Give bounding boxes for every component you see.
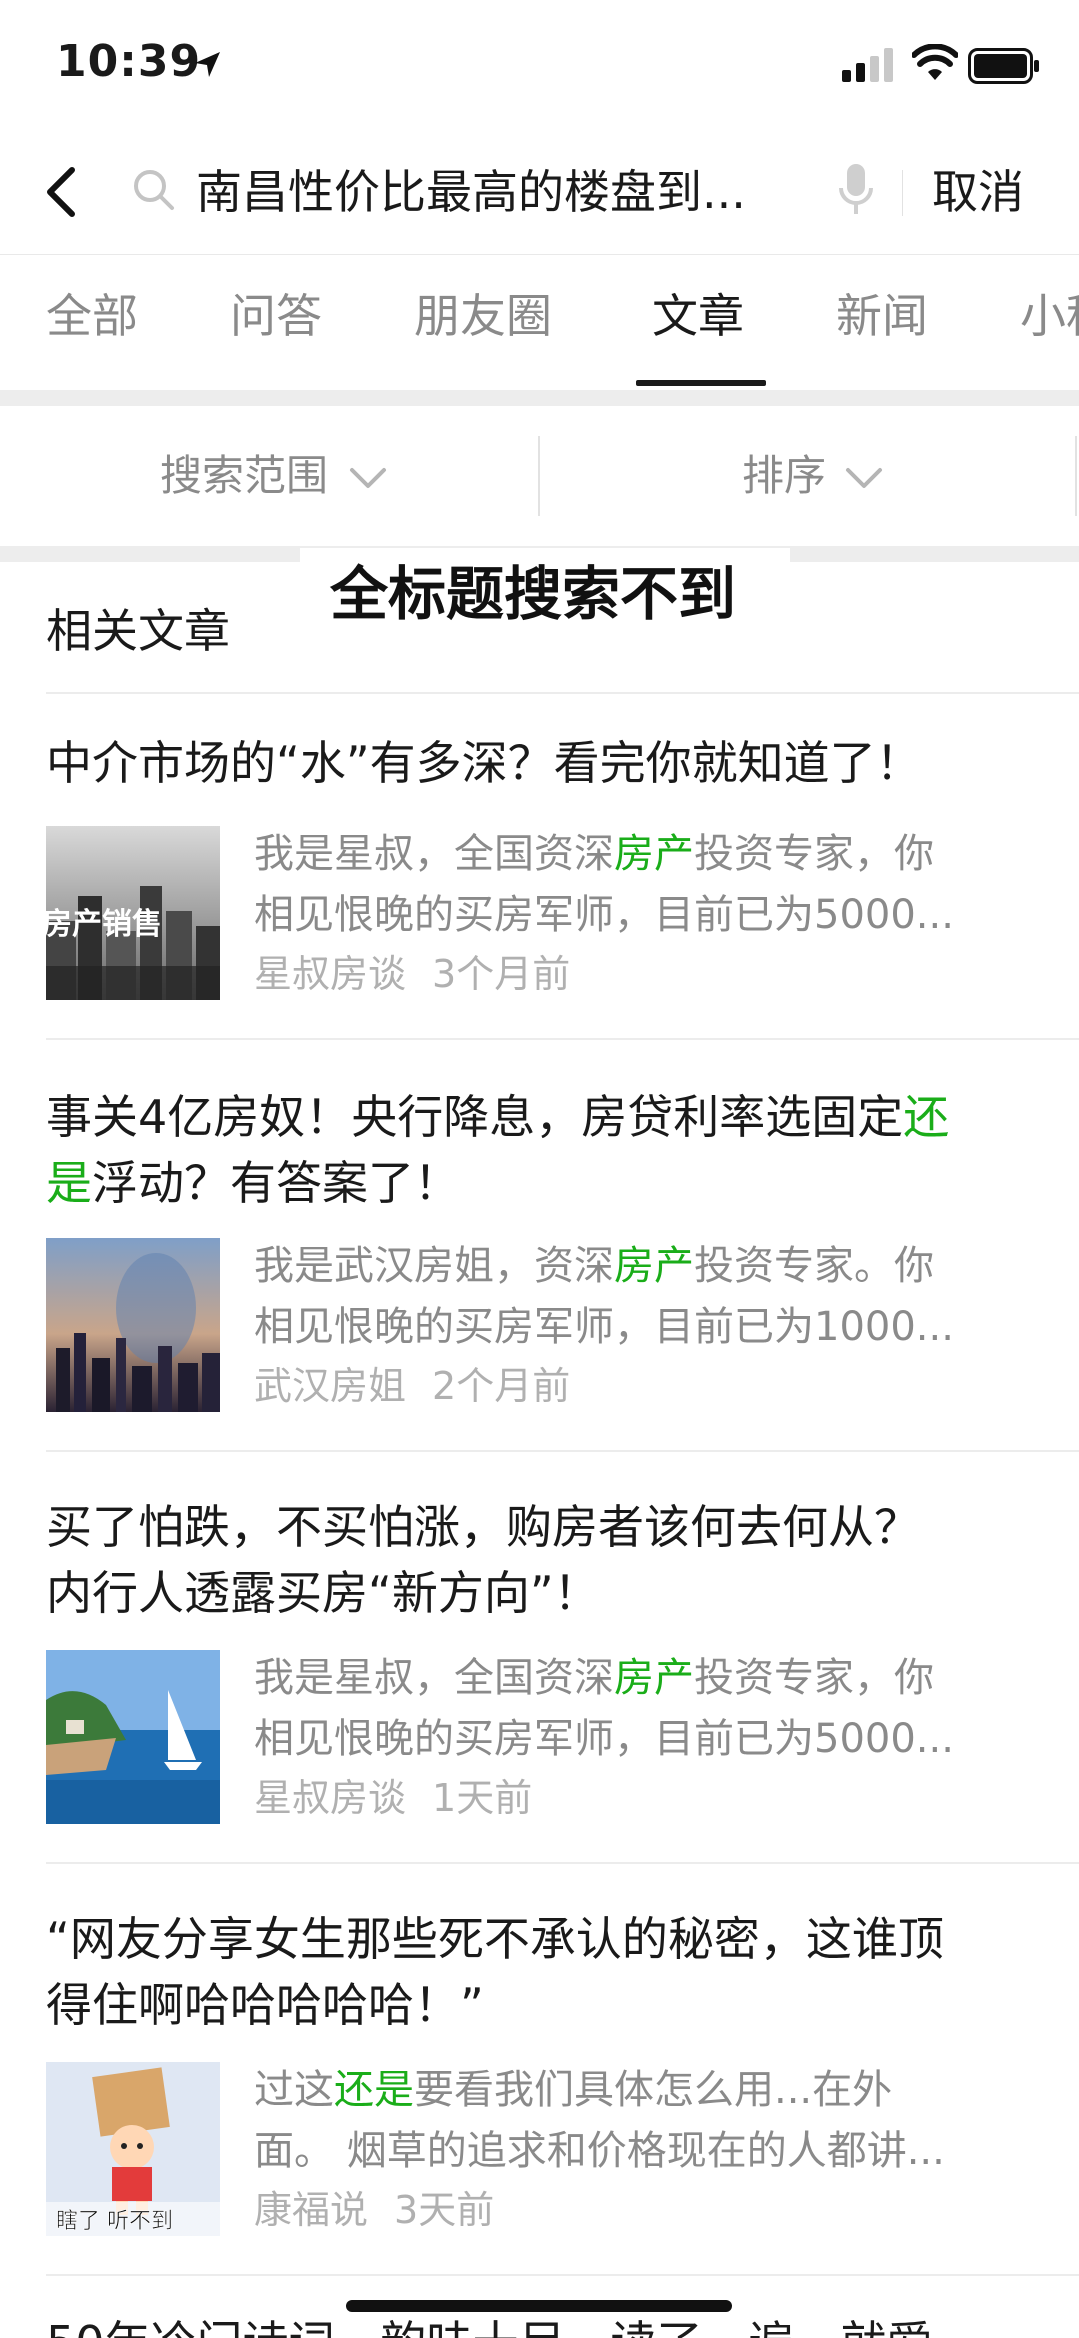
status-bar: 10:39: [0, 0, 1079, 130]
cancel-button[interactable]: 取消: [932, 160, 1024, 224]
article-thumbnail: 瞎了 听不到: [46, 2062, 220, 2236]
wifi-icon: [912, 44, 958, 80]
tab-all[interactable]: 全部: [46, 286, 138, 346]
article-time: 3个月前: [432, 952, 571, 996]
battery-icon: [968, 48, 1039, 84]
active-tab-indicator: [636, 380, 766, 386]
article-time: 3天前: [394, 2188, 495, 2232]
back-chevron-icon[interactable]: [38, 160, 88, 224]
tab-qa[interactable]: 问答: [230, 286, 322, 346]
article-time: 1天前: [432, 1776, 533, 1820]
search-header: 南昌性价比最高的楼盘到... 取消: [0, 130, 1079, 255]
article-title: 50年冷门诗词，韵味十足，读了一遍，就爱: [46, 2310, 1046, 2338]
article-meta: 武汉房姐 2个月前: [254, 1358, 570, 1414]
tab-mini-programs[interactable]: 小程: [1020, 286, 1079, 346]
article-time: 2个月前: [432, 1364, 571, 1408]
article-thumbnail: [46, 1650, 220, 1824]
article-source: 星叔房谈: [254, 1776, 407, 1820]
article-source: 康福说: [254, 2188, 369, 2232]
filter-bar: 搜索范围 排序: [0, 406, 1079, 546]
thumbnail-caption: 房产销售: [46, 907, 162, 942]
search-icon: [134, 170, 174, 210]
status-time: 10:39: [56, 36, 202, 87]
location-arrow-icon: [195, 52, 220, 77]
annotation-text: 全标题搜索不到: [330, 560, 737, 628]
microphone-icon[interactable]: [838, 160, 874, 220]
article-title: 中介市场的“水”有多深？看完你就知道了！: [46, 736, 922, 790]
section-title: 相关文章: [46, 604, 230, 658]
article-thumbnail: 房产销售: [46, 826, 220, 1000]
article-snippet: 我是星叔，全国资深房产投资专家，你 相见恨晚的买房军师，目前已为5000...: [254, 1655, 954, 1762]
article-thumbnail: [46, 1238, 220, 1412]
thumbnail-caption: 瞎了 听不到: [56, 2209, 173, 2234]
article-snippet: 过这还是要看我们具体怎么用...在外 面。 烟草的追求和价格现在的人都讲...: [254, 2067, 945, 2174]
sort-filter[interactable]: 排序: [742, 446, 826, 506]
search-type-tabs: 全部 问答 朋友圈 文章 新闻 小程: [0, 256, 1079, 390]
search-input[interactable]: 南昌性价比最高的楼盘到...: [196, 160, 766, 224]
article-meta: 星叔房谈 1天前: [254, 1770, 532, 1826]
article-snippet: 我是武汉房姐，资深房产投资专家。你 相见恨晚的买房军师，目前已为1000...: [254, 1243, 954, 1350]
cellular-signal-icon: [842, 48, 893, 82]
home-indicator[interactable]: [346, 2300, 732, 2312]
tab-news[interactable]: 新闻: [836, 286, 928, 346]
article-snippet: 我是星叔，全国资深房产投资专家，你 相见恨晚的买房军师，目前已为5000...: [254, 831, 954, 938]
chevron-down-icon: [350, 468, 386, 488]
article-title: 买了怕跌，不买怕涨，购房者该何去何从？ 内行人透露买房“新方向”！: [46, 1500, 920, 1620]
filter-separator: [538, 436, 540, 516]
article-item[interactable]: 买了怕跌，不买怕涨，购房者该何去何从？ 内行人透露买房“新方向”！ 我是星叔，全国…: [0, 1450, 1079, 1862]
article-source: 星叔房谈: [254, 952, 407, 996]
header-separator: [902, 170, 903, 216]
chevron-down-icon: [846, 468, 882, 488]
section-gap: [0, 390, 1079, 406]
article-item[interactable]: 事关4亿房奴！央行降息，房贷利率选固定还 是浮动？有答案了！ 我是武汉房姐，资深房…: [0, 1038, 1079, 1450]
article-meta: 康福说 3天前: [254, 2182, 494, 2238]
article-title: 事关4亿房奴！央行降息，房贷利率选固定还 是浮动？有答案了！: [46, 1090, 950, 1210]
search-scope-filter[interactable]: 搜索范围: [160, 446, 328, 506]
article-item[interactable]: 中介市场的“水”有多深？看完你就知道了！ 房产销售 我是星叔，全国资深房产投资专…: [0, 692, 1079, 1038]
article-title: “网友分享女生那些死不承认的秘密，这谁顶 得住啊哈哈哈哈哈！”: [46, 1912, 944, 2032]
article-meta: 星叔房谈 3个月前: [254, 946, 570, 1002]
filter-separator: [1075, 436, 1077, 516]
article-item[interactable]: “网友分享女生那些死不承认的秘密，这谁顶 得住啊哈哈哈哈哈！” 瞎了 听不到 过这…: [0, 1862, 1079, 2274]
tab-moments[interactable]: 朋友圈: [414, 286, 552, 346]
tab-articles[interactable]: 文章: [652, 286, 744, 346]
article-source: 武汉房姐: [254, 1364, 407, 1408]
